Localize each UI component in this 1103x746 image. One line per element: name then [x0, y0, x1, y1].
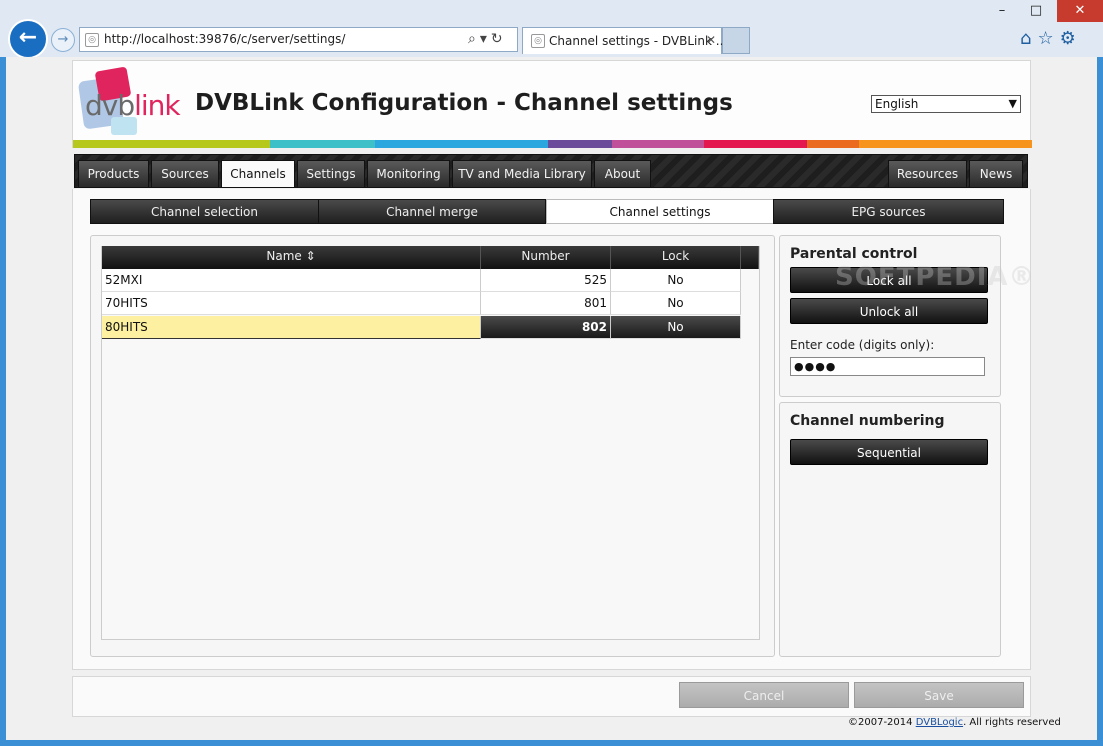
- table-cell-name[interactable]: 70HITS: [102, 292, 481, 315]
- tab-settings[interactable]: Settings: [297, 160, 365, 187]
- table-cell-name[interactable]: 52MXI: [102, 269, 481, 292]
- language-select[interactable]: English ▼: [871, 95, 1021, 113]
- table-cell-number-selected[interactable]: 802: [481, 316, 611, 339]
- browser-toolbar-icons[interactable]: ⌂☆⚙: [1020, 28, 1082, 49]
- tab-resources[interactable]: Resources: [888, 160, 967, 187]
- save-button[interactable]: Save: [854, 682, 1024, 708]
- channel-numbering-title: Channel numbering: [790, 413, 945, 429]
- address-bar[interactable]: ◎ http://localhost:39876/c/server/settin…: [79, 27, 518, 52]
- tab-news[interactable]: News: [969, 160, 1023, 187]
- close-window-button[interactable]: ✕: [1057, 0, 1103, 22]
- browser-chrome: – □ ✕ ← → ◎ http://localhost:39876/c/ser…: [0, 0, 1103, 59]
- table-cell-number[interactable]: 525: [481, 269, 611, 292]
- tab-products[interactable]: Products: [78, 160, 149, 187]
- search-refresh-icons[interactable]: ⌕▾↻: [468, 31, 507, 47]
- forward-arrow-icon[interactable]: →: [51, 28, 75, 52]
- subtab-channel-settings[interactable]: Channel settings: [546, 199, 774, 224]
- new-tab-button[interactable]: [722, 27, 750, 54]
- dvblogic-link[interactable]: DVBLogic: [916, 717, 963, 728]
- minimize-button[interactable]: –: [985, 0, 1019, 22]
- sequential-button[interactable]: Sequential: [790, 439, 988, 465]
- table-cell-lock-selected[interactable]: No: [611, 316, 741, 339]
- parental-control-title: Parental control: [790, 246, 918, 262]
- gear-icon[interactable]: ⚙: [1060, 28, 1082, 49]
- column-header-number[interactable]: Number: [481, 246, 611, 269]
- color-strip-segment: [73, 140, 270, 148]
- tab-monitoring[interactable]: Monitoring: [367, 160, 450, 187]
- browser-tab-active[interactable]: ◎ Channel settings - DVBLink ... ✕: [522, 27, 727, 54]
- home-icon[interactable]: ⌂: [1020, 28, 1037, 49]
- dvblink-logo: dvblink: [77, 66, 185, 137]
- tab-title: Channel settings - DVBLink ...: [549, 34, 728, 48]
- table-cell-lock[interactable]: No: [611, 292, 741, 315]
- tab-channels[interactable]: Channels: [221, 160, 295, 187]
- page-favicon-icon: ◎: [85, 33, 99, 47]
- color-strip-segment: [704, 140, 807, 148]
- star-icon[interactable]: ☆: [1037, 28, 1059, 49]
- chevron-down-icon: ▼: [1008, 97, 1017, 110]
- tab-sources[interactable]: Sources: [151, 160, 219, 187]
- column-header-scroll: [741, 246, 759, 269]
- maximize-button[interactable]: □: [1019, 0, 1053, 22]
- page-title: DVBLink Configuration - Channel settings: [195, 90, 733, 116]
- column-header-lock[interactable]: Lock: [611, 246, 741, 269]
- back-arrow-icon[interactable]: ←: [8, 19, 48, 59]
- cancel-button[interactable]: Cancel: [679, 682, 849, 708]
- tab-about[interactable]: About: [594, 160, 651, 187]
- color-strip-segment: [375, 140, 548, 148]
- color-strip-segment: [548, 140, 612, 148]
- tab-close-icon[interactable]: ✕: [706, 33, 716, 47]
- copyright-text: ©2007-2014 DVBLogic. All rights reserved: [848, 717, 1061, 728]
- code-label: Enter code (digits only):: [790, 338, 935, 352]
- tab-favicon-icon: ◎: [531, 34, 545, 48]
- header-panel: dvblink DVBLink Configuration - Channel …: [72, 60, 1032, 148]
- table-cell-number[interactable]: 801: [481, 292, 611, 315]
- tab-tv-media-library[interactable]: TV and Media Library: [452, 160, 592, 187]
- subtab-epg-sources[interactable]: EPG sources: [773, 199, 1004, 224]
- unlock-all-button[interactable]: Unlock all: [790, 298, 988, 324]
- color-strip-segment: [270, 140, 375, 148]
- subtab-channel-merge[interactable]: Channel merge: [318, 199, 546, 224]
- subtab-channel-selection[interactable]: Channel selection: [90, 199, 319, 224]
- color-strip-segment: [807, 140, 859, 148]
- column-header-name[interactable]: Name ⇕: [102, 246, 481, 269]
- code-input[interactable]: ●●●●: [790, 357, 985, 376]
- color-strip-segment: [612, 140, 704, 148]
- table-cell-lock[interactable]: No: [611, 269, 741, 292]
- address-url[interactable]: http://localhost:39876/c/server/settings…: [104, 32, 345, 46]
- color-strip-segment: [859, 140, 1032, 148]
- table-cell-name-selected[interactable]: 80HITS: [102, 316, 481, 339]
- color-strip: [73, 140, 1032, 148]
- softpedia-watermark: SOFTPEDIA®: [835, 262, 1036, 292]
